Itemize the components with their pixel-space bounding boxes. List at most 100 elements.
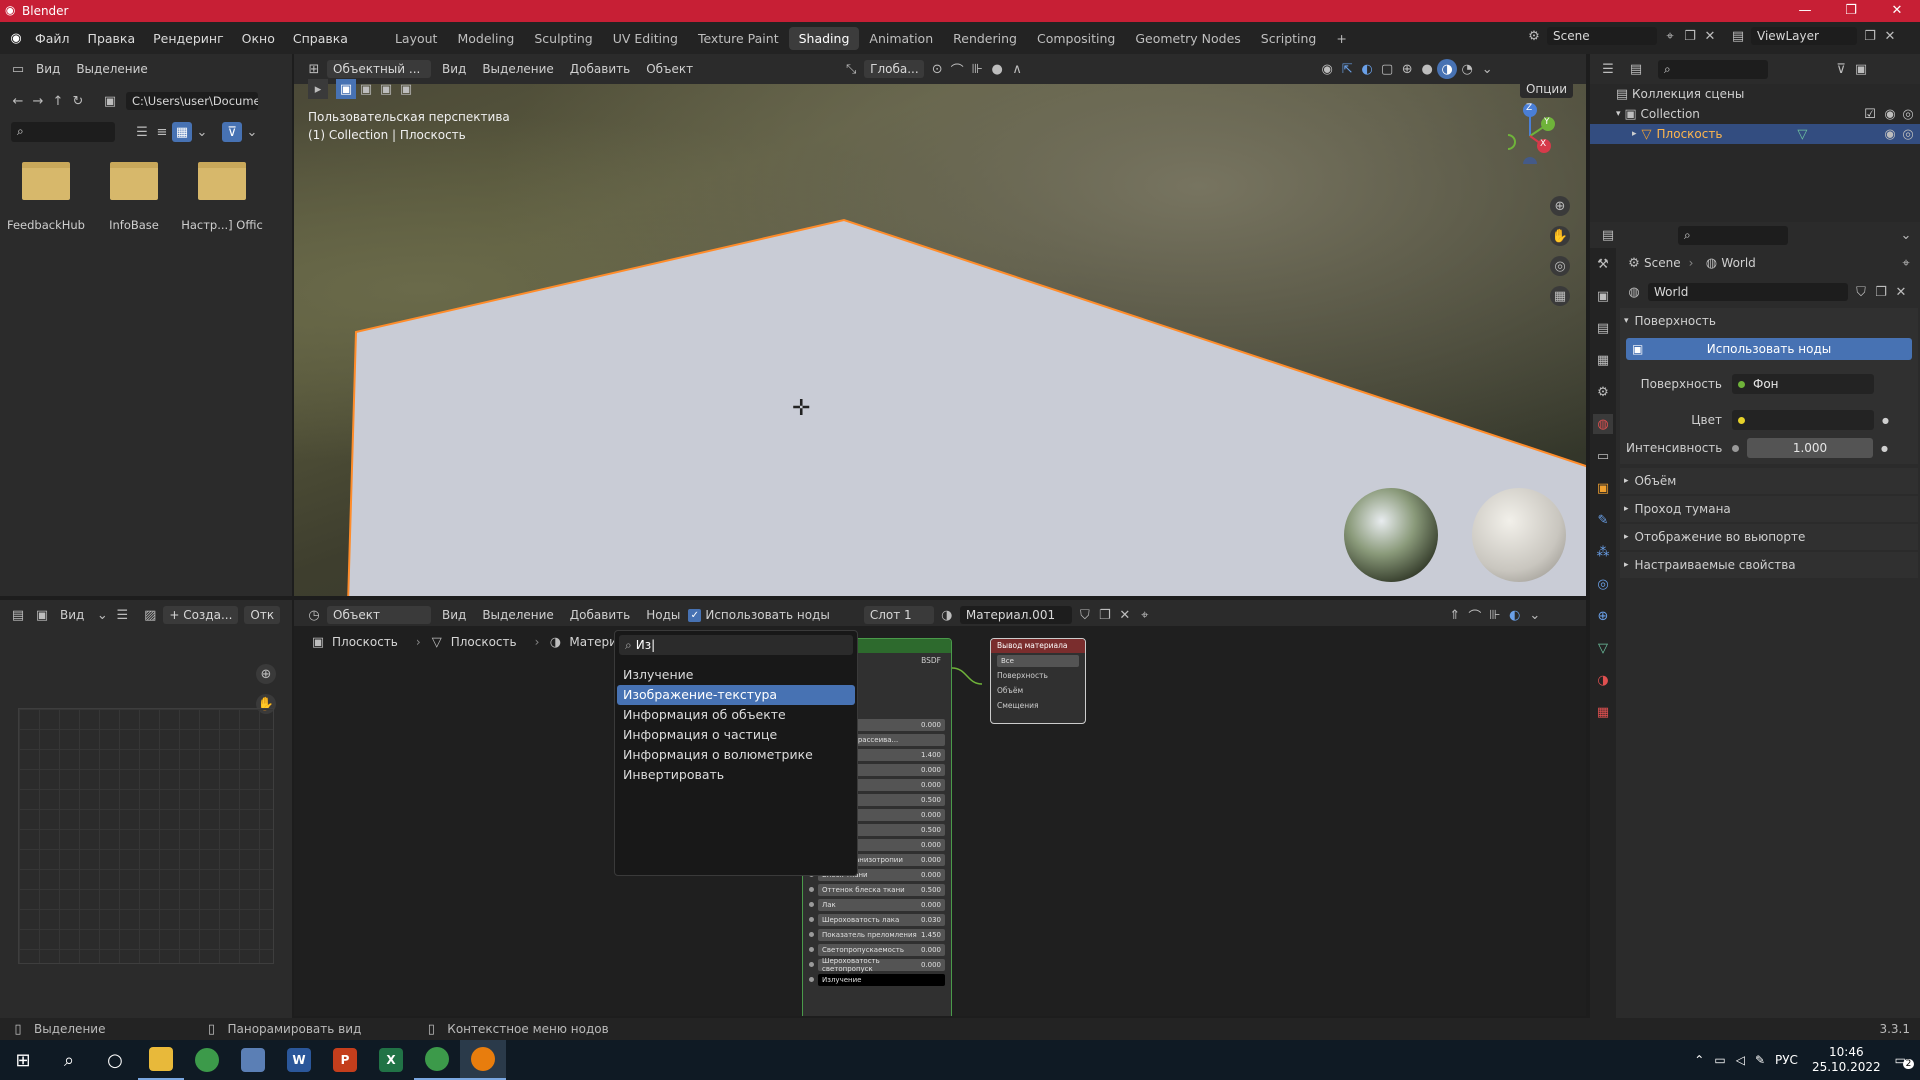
material-output-node[interactable]: Вывод материала Все Поверхность Объём См…	[990, 638, 1086, 724]
overlay-options-icon[interactable]: ⌄	[1525, 605, 1545, 625]
tab-geometry-nodes[interactable]: Geometry Nodes	[1125, 27, 1250, 50]
menu-render[interactable]: Рендеринг	[144, 31, 233, 46]
particles-tab-icon[interactable]: ⁂	[1593, 542, 1613, 562]
display-chevron-icon[interactable]: ⌄	[192, 122, 212, 142]
collection-tab-icon[interactable]: ▭	[1593, 446, 1613, 466]
custom-props-section-header[interactable]: ▸ Настраиваемые свойства	[1620, 552, 1918, 578]
tray-chevron-icon[interactable]: ⌃	[1694, 1053, 1704, 1067]
node-editor-canvas[interactable]: ▣ Плоскость › ▽ Плоскость › ◑ Материал й…	[294, 626, 1586, 1016]
unlink-material-icon[interactable]: ✕	[1115, 605, 1135, 625]
folder-item[interactable]: InfoBase	[90, 162, 178, 232]
constraints-tab-icon[interactable]: ⊕	[1593, 606, 1613, 626]
search-result-item-selected[interactable]: Изображение-текстура	[617, 685, 855, 705]
file-select-menu[interactable]: Выделение	[76, 62, 147, 76]
output-displacement-socket[interactable]: Смещения	[991, 698, 1085, 713]
output-volume-socket[interactable]: Объём	[991, 683, 1085, 698]
overlays-icon[interactable]: ◐	[1505, 605, 1525, 625]
forward-icon[interactable]: →	[28, 91, 48, 111]
volume-section-header[interactable]: ▸ Объём	[1620, 468, 1918, 494]
properties-search-input[interactable]: ⌕	[1678, 225, 1788, 245]
menu-file[interactable]: Файл	[26, 31, 79, 46]
editor-type-icon[interactable]: ☰	[1598, 59, 1618, 79]
select-subtract-icon[interactable]: ▣	[376, 79, 396, 99]
image-browse-icon[interactable]: ▨	[140, 605, 160, 625]
bsdf-input-row[interactable]: Излучение	[803, 972, 951, 987]
output-target-dropdown[interactable]: Все	[997, 654, 1079, 667]
material-shading-icon[interactable]: ◑	[1437, 59, 1458, 79]
data-tab-icon[interactable]: ▽	[1593, 638, 1613, 658]
tab-texture-paint[interactable]: Texture Paint	[688, 27, 789, 50]
slot-dropdown[interactable]: Слот 1	[863, 606, 934, 624]
folder-item[interactable]: Настр...] Offic	[178, 162, 266, 232]
fake-user-icon[interactable]: ⛉	[1851, 282, 1871, 302]
excel-button[interactable]: X	[368, 1040, 414, 1080]
search-result-item[interactable]: Инвертировать	[617, 765, 855, 785]
bsdf-input-row[interactable]: Шероховатость светопропуск 0.000	[803, 957, 951, 973]
wireframe-shading-icon[interactable]: ⊕	[1397, 59, 1417, 79]
tab-shading[interactable]: Shading	[788, 26, 860, 50]
bsdf-input-row[interactable]: Светопропускаемость 0.000	[803, 942, 951, 957]
delete-view-layer-icon[interactable]: ✕	[1880, 26, 1900, 46]
fake-user-icon[interactable]: ⛉	[1075, 605, 1095, 625]
display-mode-icon[interactable]: ▤	[1626, 59, 1646, 79]
scene-tab-icon[interactable]: ⚙	[1593, 382, 1613, 402]
outliner-row-object[interactable]: ▸ ▽ Плоскость ▽ ◉ ◎	[1590, 124, 1920, 144]
view-chevron-icon[interactable]: ⌄	[92, 605, 112, 625]
close-button[interactable]: ✕	[1874, 0, 1920, 22]
powerpoint-button[interactable]: P	[322, 1040, 368, 1080]
outliner-search-input[interactable]: ⌕	[1658, 59, 1768, 79]
tab-layout[interactable]: Layout	[385, 27, 448, 50]
modifier-tab-icon[interactable]: ✎	[1593, 510, 1613, 530]
pen-icon[interactable]: ✎	[1755, 1053, 1765, 1067]
mesh-data-icon[interactable]: ▽	[1792, 124, 1812, 144]
language-indicator[interactable]: РУС	[1775, 1053, 1798, 1067]
editor-type-icon[interactable]: ⊞	[304, 59, 324, 79]
3d-cursor-icon[interactable]: ✛	[792, 396, 810, 421]
gizmo-toggle-icon[interactable]: ⇱	[1337, 59, 1357, 79]
tab-modeling[interactable]: Modeling	[447, 27, 524, 50]
duplicate-material-icon[interactable]: ❐	[1095, 605, 1115, 625]
volume-icon[interactable]: ◁	[1736, 1053, 1745, 1067]
view-layer-selector[interactable]: ViewLayer	[1751, 27, 1857, 45]
tab-sculpting[interactable]: Sculpting	[524, 27, 602, 50]
physics-tab-icon[interactable]: ◎	[1593, 574, 1613, 594]
files-button[interactable]	[230, 1040, 276, 1080]
explorer-button[interactable]	[138, 1040, 184, 1080]
use-nodes-button[interactable]: ▣ Использовать ноды	[1626, 338, 1912, 360]
search-result-item[interactable]: Излучение	[617, 665, 855, 685]
select-tool-icon[interactable]: ▸	[308, 79, 328, 99]
navigation-gizmo[interactable]: Z Y X	[1500, 102, 1568, 171]
eye-icon[interactable]: ◉	[1880, 124, 1900, 144]
editor-type-icon[interactable]: ▭	[8, 59, 28, 79]
camera-icon[interactable]: ◎	[1898, 104, 1918, 124]
intensity-field[interactable]: 1.000	[1747, 438, 1873, 458]
search-result-item[interactable]: Информация об объекте	[617, 705, 855, 725]
filter-icon[interactable]: ⊽	[222, 122, 242, 142]
solid-shading-icon[interactable]: ●	[1417, 59, 1437, 79]
search-result-item[interactable]: Информация о частице	[617, 725, 855, 745]
menu-window[interactable]: Окно	[233, 31, 284, 46]
snap-target-icon[interactable]: ⊪	[967, 59, 987, 79]
visibility-icon[interactable]: ◉	[1317, 59, 1337, 79]
new-folder-icon[interactable]: ▣	[100, 91, 120, 111]
list-horizontal-icon[interactable]: ≡	[152, 122, 172, 142]
duplicate-icon[interactable]: ❐	[1871, 282, 1891, 302]
scene-selector[interactable]: Scene	[1547, 27, 1657, 45]
keyframe-dot-icon[interactable]: ●	[1881, 444, 1888, 453]
pan-hand-icon[interactable]: ✋	[1550, 226, 1570, 246]
node-nodes-menu[interactable]: Ноды	[646, 608, 680, 622]
file-view-menu[interactable]: Вид	[36, 62, 60, 76]
transform-orientation-dropdown[interactable]: Глоба...	[864, 60, 925, 78]
snap-icon[interactable]: ⌒	[1465, 605, 1485, 625]
rendered-shading-icon[interactable]: ◔	[1457, 59, 1477, 79]
material-name-field[interactable]: Материал.001	[959, 606, 1072, 624]
folder-item[interactable]: FeedbackHub	[2, 162, 90, 232]
tab-uv-editing[interactable]: UV Editing	[603, 27, 688, 50]
eye-icon[interactable]: ◉	[1880, 104, 1900, 124]
new-scene-icon[interactable]: ❐	[1680, 26, 1700, 46]
shader-type-dropdown[interactable]: Объект	[327, 606, 431, 624]
node-search-input[interactable]: ⌕ Из |	[619, 635, 853, 655]
filter-chevron-icon[interactable]: ⌄	[242, 122, 262, 142]
task-view-button[interactable]: ○	[92, 1040, 138, 1080]
parent-dir-icon[interactable]: ↑	[48, 91, 68, 111]
